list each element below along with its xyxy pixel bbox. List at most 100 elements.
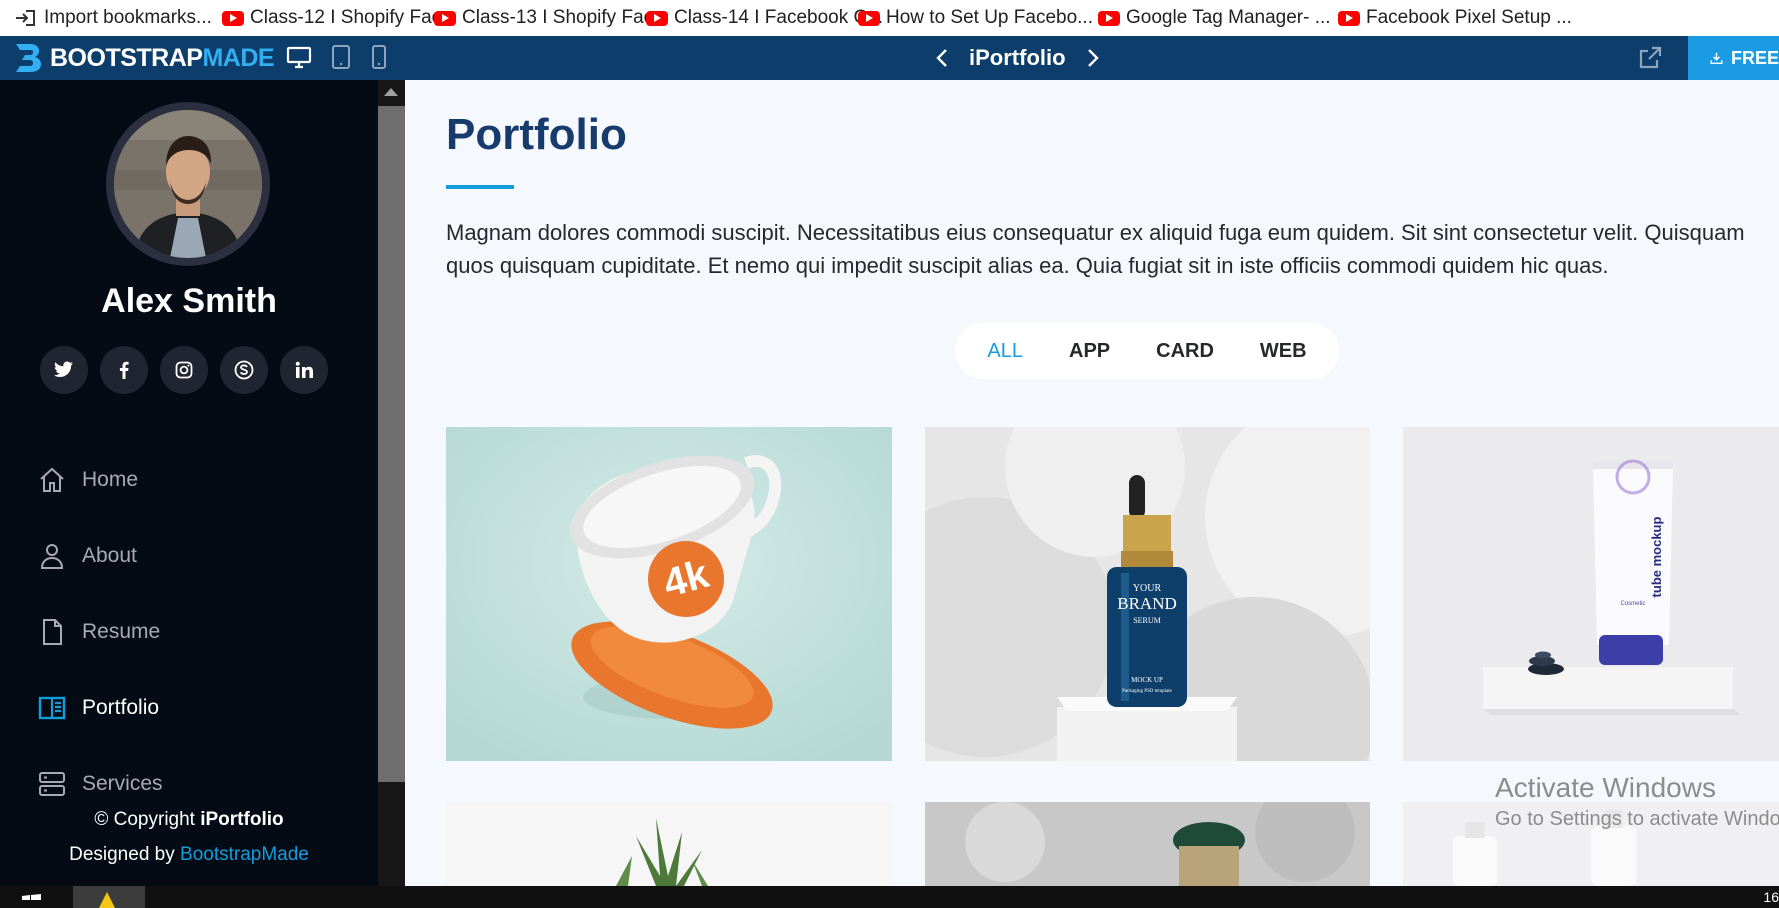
copyright-prefix: © Copyright (94, 809, 201, 830)
copyright: © Copyright iPortfolio (0, 802, 378, 837)
portfolio-item-mug[interactable]: 4k (446, 427, 892, 761)
device-switcher (286, 44, 388, 70)
nav-label: Resume (82, 620, 161, 643)
portfolio-item-tube[interactable]: tube mockup Cosmetic (1403, 427, 1779, 761)
bookmark-item[interactable]: Google Tag Manager- ... (1098, 0, 1338, 36)
preview-topbar: BOOTSTRAPMADE iPortfolio FREE (0, 36, 1779, 80)
tube-sublabel: Cosmetic (1620, 601, 1645, 607)
scroll-up-arrow-icon[interactable] (384, 88, 398, 96)
bootstrapmade-link[interactable]: BootstrapMade (180, 844, 309, 865)
taskbar: 16 (0, 886, 1779, 908)
sidebar-footer: © Copyright iPortfolio Designed by Boots… (0, 800, 378, 872)
logo-mark-icon (16, 44, 41, 72)
youtube-icon (222, 10, 244, 26)
bottle-brand: BRAND (1117, 594, 1177, 613)
intro-line-2: quos quisquam cupiditate. Et nemo qui im… (446, 253, 1609, 278)
bookmarks-bar: Import bookmarks... Class-12 I Shopify F… (0, 0, 1779, 36)
youtube-icon (1338, 10, 1360, 26)
clock: 16 (1763, 889, 1779, 905)
nav-label: Portfolio (82, 696, 160, 719)
tube-label: tube mockup (1649, 516, 1664, 597)
watermark-title: Activate Windows (1495, 772, 1716, 803)
avatar (106, 102, 270, 266)
external-link-icon[interactable] (1638, 46, 1662, 70)
bookmark-import[interactable]: Import bookmarks... (14, 0, 212, 36)
nav-item-resume[interactable]: Resume (36, 594, 163, 670)
bookmark-item[interactable]: Class-14 I Facebook C... (646, 0, 883, 36)
sidebar-scrollbar[interactable] (378, 80, 405, 886)
nav-item-home[interactable]: Home (36, 442, 163, 518)
logo-text-part2: MADE (202, 43, 275, 72)
section-intro: Magnam dolores commodi suscipit. Necessi… (446, 216, 1776, 282)
bookmark-label: Facebook Pixel Setup ... (1366, 7, 1572, 28)
book-icon (36, 692, 68, 724)
taskbar-app-button[interactable] (73, 886, 145, 908)
bookmark-label: Import bookmarks... (44, 7, 212, 28)
windows-activation-watermark: Activate Windows Go to Settings to activ… (1495, 772, 1779, 831)
logo-text: BOOTSTRAPMADE (50, 43, 275, 73)
bottle-serum: SERUM (1133, 616, 1161, 625)
mobile-icon[interactable] (370, 44, 388, 70)
linkedin-icon[interactable] (280, 346, 328, 394)
nav-label: Services (82, 772, 163, 795)
section-title: Portfolio (446, 110, 627, 159)
serum-image: YOUR BRAND SERUM MOCK UP Packaging PSD t… (925, 427, 1370, 761)
bookmark-item[interactable]: How to Set Up Facebo... (858, 0, 1098, 36)
social-links (40, 346, 328, 394)
bookmark-label: How to Set Up Facebo... (886, 7, 1093, 28)
bookmark-item[interactable]: Class-12 I Shopify Fac... (222, 0, 457, 36)
youtube-icon (434, 10, 456, 26)
youtube-icon (646, 10, 668, 26)
credits-prefix: Designed by (69, 844, 181, 865)
bootstrapmade-logo[interactable]: BOOTSTRAPMADE (12, 42, 275, 74)
profile-name: Alex Smith (101, 282, 277, 320)
chevron-left-icon[interactable] (935, 48, 949, 68)
filter-all[interactable]: ALL (964, 340, 1046, 363)
desktop-icon[interactable] (286, 44, 312, 70)
filter-web[interactable]: WEB (1237, 340, 1330, 363)
portfolio-item-plant[interactable] (446, 802, 892, 886)
start-icon[interactable] (20, 892, 44, 908)
person-icon (36, 540, 68, 572)
bookmark-label: Class-13 I Shopify Fac... (462, 7, 669, 28)
bookmark-item[interactable]: Class-13 I Shopify Fac... (434, 0, 669, 36)
nav-label: Home (82, 468, 139, 491)
logo-text-part1: BOOTSTRAP (50, 43, 203, 72)
plant-image (446, 802, 892, 886)
nav-label: About (82, 544, 137, 567)
app-icon (99, 892, 115, 908)
instagram-icon[interactable] (160, 346, 208, 394)
sidebar-nav: Home About Resume Portfolio Services (36, 442, 163, 822)
bookmark-item[interactable]: Facebook Pixel Setup ... (1338, 0, 1578, 36)
bottle-mockup: MOCK UP (1131, 676, 1163, 684)
title-underline (446, 185, 514, 189)
filter-app[interactable]: APP (1046, 340, 1133, 363)
import-icon (14, 8, 38, 28)
free-download-label: FREE (1730, 47, 1779, 68)
portfolio-item-serum[interactable]: YOUR BRAND SERUM MOCK UP Packaging PSD t… (925, 427, 1370, 761)
home-icon (36, 464, 68, 496)
youtube-icon (1098, 10, 1120, 26)
jar-image (925, 802, 1370, 886)
bottle-subtitle: Packaging PSD template (1122, 689, 1172, 694)
twitter-icon[interactable] (40, 346, 88, 394)
sidebar: Alex Smith Home About Resume Portfolio S… (0, 80, 378, 886)
mug-image: 4k (446, 427, 892, 761)
tube-image: tube mockup Cosmetic (1403, 427, 1779, 761)
nav-item-about[interactable]: About (36, 518, 163, 594)
skype-icon[interactable] (220, 346, 268, 394)
free-download-button[interactable]: FREE (1688, 36, 1779, 80)
chevron-right-icon[interactable] (1086, 48, 1100, 68)
portfolio-item-jar[interactable] (925, 802, 1370, 886)
filter-card[interactable]: CARD (1133, 340, 1237, 363)
tablet-icon[interactable] (330, 44, 352, 70)
server-icon (36, 768, 68, 800)
youtube-icon (858, 10, 880, 26)
theme-navigator: iPortfolio (935, 36, 1100, 80)
bottle-your: YOUR (1133, 583, 1162, 594)
intro-line-1: Magnam dolores commodi suscipit. Necessi… (446, 220, 1745, 245)
nav-item-portfolio[interactable]: Portfolio (36, 670, 163, 746)
scroll-thumb[interactable] (378, 106, 405, 782)
facebook-icon[interactable] (100, 346, 148, 394)
bookmark-label: Google Tag Manager- ... (1126, 7, 1331, 28)
